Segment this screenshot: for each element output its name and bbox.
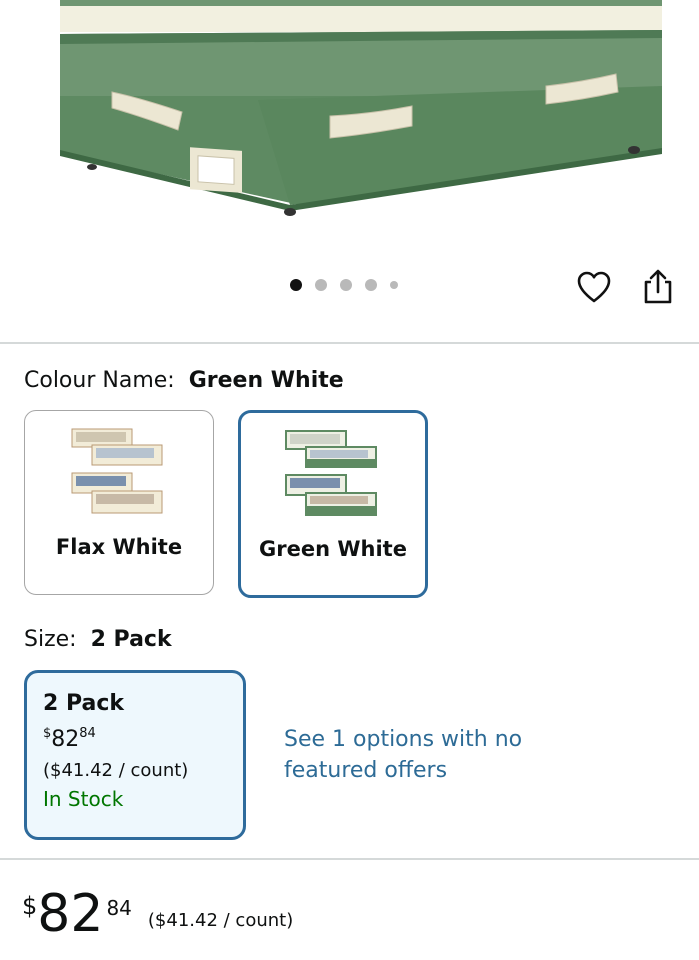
size-option-2-pack[interactable]: 2 Pack $8284 ($41.42 / count) In Stock [24,670,246,840]
storage-box-illustration [60,0,662,216]
heart-icon [577,271,611,303]
green-white-thumbnail [285,430,377,516]
main-price: $ 82 84 ($41.42 / count) [22,882,293,946]
section-divider [0,342,699,344]
colour-option-green-white[interactable]: Green White [238,410,428,598]
colour-option-flax-white[interactable]: Flax White [24,410,214,595]
size-option-unit-price: ($41.42 / count) [43,760,189,781]
colour-name-label: Colour Name: [24,368,175,393]
price-whole: 82 [37,884,104,944]
size-option-title: 2 Pack [43,691,125,716]
box [71,428,163,514]
size-label: Size: [24,627,77,652]
swatch-label: Green White [259,537,407,561]
stock-status: In Stock [43,787,124,811]
price-fraction: 84 [79,726,96,741]
colour-selected-value: Green White [188,368,344,393]
unit-price: ($41.42 / count) [147,910,294,931]
carousel-dot[interactable] [340,279,352,291]
price-whole: 82 [51,727,80,752]
colour-name-row: Colour Name: Green White [24,368,344,393]
carousel-dot[interactable] [365,279,377,291]
see-options-link[interactable]: See 1 options with no featured offers [284,724,534,786]
price-fraction: 84 [106,896,132,920]
carousel-dot[interactable] [390,281,398,289]
size-selected-value: 2 Pack [90,627,172,652]
image-carousel-dots [290,279,398,291]
share-button[interactable] [640,268,676,306]
product-image[interactable] [0,0,699,255]
size-option-price: $8284 [43,726,243,752]
section-divider [0,858,699,860]
carousel-dot[interactable] [315,279,327,291]
carousel-dot[interactable] [290,279,302,291]
flax-white-thumbnail [71,428,163,514]
share-icon [644,269,672,304]
add-to-list-button[interactable] [576,270,612,306]
price-currency-symbol: $ [22,892,38,920]
swatch-label: Flax White [55,535,183,559]
size-row: Size: 2 Pack [24,627,172,652]
